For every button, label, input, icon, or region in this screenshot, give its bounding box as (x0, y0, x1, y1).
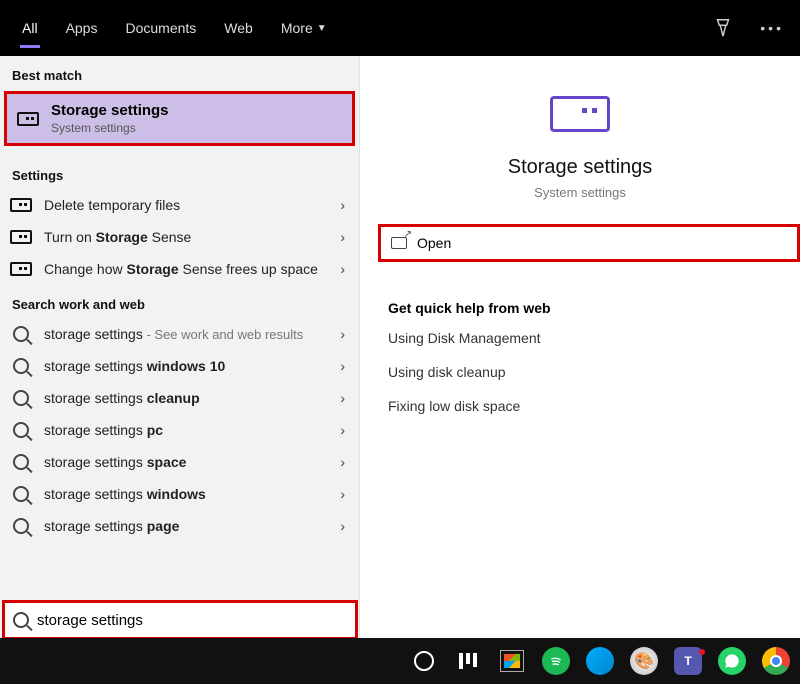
chevron-right-icon: › (340, 486, 349, 502)
chevron-right-icon: › (340, 229, 349, 245)
web-result[interactable]: storage settings - See work and web resu… (0, 318, 359, 350)
storage-icon (10, 262, 32, 276)
chevron-right-icon: › (340, 390, 349, 406)
more-options-button[interactable]: ••• (752, 20, 792, 36)
cortana-icon[interactable] (410, 647, 438, 675)
search-icon (13, 454, 29, 470)
chevron-right-icon: › (340, 454, 349, 470)
storage-icon (550, 96, 610, 132)
task-view-icon[interactable] (454, 647, 482, 675)
results-panel: Best match Storage settings System setti… (0, 56, 360, 638)
chevron-right-icon: › (340, 358, 349, 374)
settings-item-storage-sense[interactable]: Turn on Storage Sense › (0, 221, 359, 253)
tab-more[interactable]: More▼ (267, 0, 341, 56)
best-match-label: Best match (0, 56, 359, 89)
search-web-label: Search work and web (0, 285, 359, 318)
tab-documents[interactable]: Documents (111, 0, 210, 56)
web-result[interactable]: storage settings pc › (0, 414, 359, 446)
best-match-subtitle: System settings (51, 121, 169, 135)
chevron-right-icon: › (340, 326, 349, 342)
web-result[interactable]: storage settings page › (0, 510, 359, 542)
web-result[interactable]: storage settings cleanup › (0, 382, 359, 414)
chevron-down-icon: ▼ (317, 23, 327, 34)
search-input[interactable] (37, 612, 347, 629)
preview-subtitle: System settings (534, 185, 626, 200)
tab-web[interactable]: Web (210, 0, 267, 56)
rewards-icon[interactable] (712, 17, 734, 39)
search-icon (13, 422, 29, 438)
settings-item-delete-temp[interactable]: Delete temporary files › (0, 189, 359, 221)
preview-panel: Storage settings System settings Open Ge… (360, 56, 800, 638)
best-match-result[interactable]: Storage settings System settings (4, 91, 355, 146)
storage-icon (10, 230, 32, 244)
web-result[interactable]: storage settings windows › (0, 478, 359, 510)
search-icon (13, 486, 29, 502)
web-result[interactable]: storage settings windows 10 › (0, 350, 359, 382)
edge-icon[interactable] (586, 647, 614, 675)
best-match-title: Storage settings (51, 102, 169, 119)
web-result[interactable]: storage settings space › (0, 446, 359, 478)
search-icon (13, 390, 29, 406)
chevron-right-icon: › (340, 197, 349, 213)
preview-title: Storage settings (508, 156, 653, 179)
help-link[interactable]: Using disk cleanup (388, 364, 772, 380)
help-link[interactable]: Using Disk Management (388, 330, 772, 346)
tab-all[interactable]: All (8, 0, 52, 56)
tab-apps[interactable]: Apps (52, 0, 112, 56)
settings-label: Settings (0, 156, 359, 189)
search-filter-tabs: All Apps Documents Web More▼ ••• (0, 0, 800, 56)
search-icon (13, 358, 29, 374)
help-link[interactable]: Fixing low disk space (388, 398, 772, 414)
search-icon (13, 612, 29, 628)
search-icon (13, 326, 29, 342)
paint-icon[interactable]: 🎨 (630, 647, 658, 675)
settings-item-storage-sense-config[interactable]: Change how Storage Sense frees up space … (0, 253, 359, 285)
teams-icon[interactable]: T (674, 647, 702, 675)
search-icon (13, 518, 29, 534)
chevron-right-icon: › (340, 422, 349, 438)
microsoft-store-icon[interactable] (498, 647, 526, 675)
chevron-right-icon: › (340, 261, 349, 277)
spotify-icon[interactable] (542, 647, 570, 675)
chrome-icon[interactable] (762, 647, 790, 675)
whatsapp-icon[interactable] (718, 647, 746, 675)
quick-help-header: Get quick help from web (388, 300, 772, 316)
open-button[interactable]: Open (378, 224, 800, 262)
search-box[interactable] (2, 600, 358, 640)
storage-icon (17, 112, 39, 126)
storage-icon (10, 198, 32, 212)
open-icon (391, 237, 407, 249)
chevron-right-icon: › (340, 518, 349, 534)
taskbar: 🎨 T (0, 638, 800, 684)
